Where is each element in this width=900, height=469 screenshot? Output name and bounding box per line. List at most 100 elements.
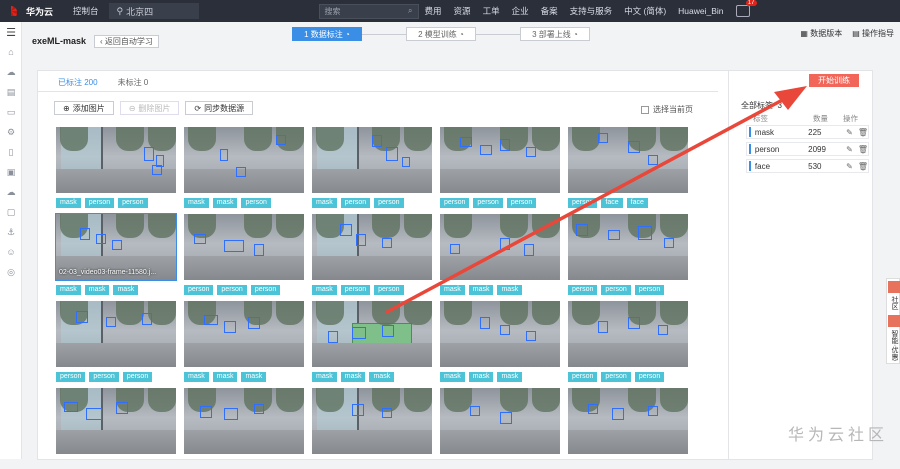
offer-icon[interactable] <box>888 315 900 327</box>
trash-icon[interactable]: 🗑 <box>858 128 868 137</box>
image-thumbnail[interactable] <box>56 388 176 454</box>
image-card[interactable]: maskmaskmask <box>440 214 560 295</box>
image-thumbnail[interactable] <box>312 127 432 193</box>
dataset-icon[interactable]: ▤ <box>0 82 22 102</box>
image-thumbnail[interactable] <box>440 214 560 280</box>
image-card[interactable]: personpersonperson <box>440 127 560 208</box>
image-card[interactable]: maskmaskmask <box>184 301 304 382</box>
image-thumbnail[interactable] <box>312 301 432 367</box>
search-icon[interactable]: ⌕ <box>408 6 412 16</box>
image-card[interactable]: maskpersonperson <box>312 214 432 295</box>
edit-icon[interactable]: ✎ <box>846 162 853 171</box>
algorithm-icon[interactable]: ⚙ <box>0 122 22 142</box>
image-card[interactable]: personpersonperson <box>184 214 304 295</box>
step-label-deploy[interactable]: 3 部署上线 ◔ <box>520 27 590 41</box>
image-card[interactable] <box>312 388 432 469</box>
notebook-icon[interactable]: ▭ <box>0 102 22 122</box>
job-icon[interactable]: ▯ <box>0 142 22 162</box>
image-card[interactable]: maskpersonperson <box>312 127 432 208</box>
image-card[interactable]: maskmaskmask <box>312 301 432 382</box>
image-thumbnail[interactable] <box>568 214 688 280</box>
topbar-item-user[interactable]: Huawei_Bin <box>672 6 729 16</box>
image-thumbnail[interactable] <box>568 127 688 193</box>
message-icon[interactable]: 17 <box>736 5 750 17</box>
offer-link[interactable]: 智能·优惠 <box>887 327 900 363</box>
huawei-logo[interactable] <box>0 0 22 22</box>
image-thumbnail[interactable] <box>440 301 560 367</box>
image-thumbnail[interactable] <box>184 388 304 454</box>
label-row[interactable]: face 530 ✎🗑 <box>746 159 869 173</box>
image-thumbnail[interactable] <box>184 214 304 280</box>
topbar-item-fees[interactable]: 费用 <box>419 5 448 17</box>
image-card[interactable] <box>440 388 560 469</box>
region-selector[interactable]: ⚲ 北京四 <box>109 3 199 19</box>
edit-icon[interactable]: ✎ <box>846 145 853 154</box>
image-thumbnail[interactable] <box>568 388 688 454</box>
tab-unlabeled[interactable]: 未标注 0 <box>118 77 149 92</box>
step-label-annotation[interactable]: 1 数据标注 ◔ <box>292 27 362 41</box>
add-image-button[interactable]: ⊕添加图片 <box>54 101 114 115</box>
image-card[interactable] <box>568 388 688 469</box>
menu-icon[interactable]: ☰ <box>0 22 22 42</box>
console-link[interactable]: 控制台 <box>67 5 105 17</box>
tree-shape <box>444 388 472 412</box>
image-thumbnail[interactable] <box>440 388 560 454</box>
trash-icon[interactable]: 🗑 <box>858 145 868 154</box>
market-icon[interactable]: ▢ <box>0 202 22 222</box>
image-card[interactable]: maskmaskperson <box>184 127 304 208</box>
image-thumbnail[interactable] <box>312 388 432 454</box>
edit-icon[interactable]: ✎ <box>846 128 853 137</box>
topbar-item-language[interactable]: 中文 (简体) <box>618 5 672 17</box>
label-row[interactable]: person 2099 ✎🗑 <box>746 142 869 156</box>
image-thumbnail[interactable] <box>440 127 560 193</box>
topbar-item-resources[interactable]: 资源 <box>448 5 477 17</box>
smile-icon[interactable]: ☺ <box>0 242 22 262</box>
image-card[interactable] <box>56 388 176 469</box>
delete-image-button[interactable]: ⊖删除图片 <box>120 101 180 115</box>
step-label-training[interactable]: 2 模型训练 ◔ <box>406 27 476 41</box>
image-card[interactable]: personpersonperson <box>56 301 176 382</box>
brand-name[interactable]: 华为云 <box>26 5 53 18</box>
tab-labeled[interactable]: 已标注 200 <box>58 77 98 92</box>
model-icon[interactable]: ▣ <box>0 162 22 182</box>
image-card[interactable]: personfaceface <box>568 127 688 208</box>
guide-link[interactable]: ▤ 操作指导 <box>852 28 894 39</box>
community-link[interactable]: 社区 <box>887 293 900 313</box>
label-name: person <box>755 145 808 154</box>
data-version-link[interactable]: ▦ 数据版本 <box>800 28 842 39</box>
label-tag: person <box>507 198 536 208</box>
image-thumbnail[interactable] <box>184 127 304 193</box>
image-card[interactable] <box>184 388 304 469</box>
image-card[interactable]: personpersonperson <box>568 214 688 295</box>
image-card[interactable]: personpersonperson <box>568 301 688 382</box>
image-thumbnail[interactable] <box>56 127 176 193</box>
back-button[interactable]: ‹ 返回自动学习 <box>94 35 159 48</box>
image-card[interactable]: maskmaskmask <box>440 301 560 382</box>
settings-icon[interactable]: ◎ <box>0 262 22 282</box>
anchor-icon[interactable]: ⚓ <box>0 222 22 242</box>
cloud-icon[interactable]: ☁ <box>0 62 22 82</box>
image-thumbnail[interactable] <box>56 301 176 367</box>
search-input[interactable]: 搜索 ⌕ <box>319 4 419 19</box>
deploy-icon[interactable]: ☁ <box>0 182 22 202</box>
image-thumbnail[interactable] <box>568 301 688 367</box>
home-icon[interactable]: ⌂ <box>0 42 22 62</box>
topbar-item-enterprise[interactable]: 企业 <box>506 5 535 17</box>
label-row[interactable]: mask 225 ✎🗑 <box>746 125 869 139</box>
tree-shape <box>316 301 344 325</box>
image-card[interactable]: 02-03_video03-frame-11580.j...maskmaskma… <box>56 214 176 295</box>
community-icon[interactable] <box>888 281 900 293</box>
image-thumbnail[interactable] <box>184 301 304 367</box>
sync-source-button[interactable]: ⟳同步数据源 <box>185 101 253 115</box>
image-thumbnail[interactable] <box>312 214 432 280</box>
select-page-control[interactable]: 选择当前页 <box>641 104 693 115</box>
start-training-button[interactable]: 开始训练 <box>809 74 859 87</box>
topbar-item-tickets[interactable]: 工单 <box>477 5 506 17</box>
image-thumbnail[interactable]: 02-03_video03-frame-11580.j... <box>56 214 176 280</box>
topbar-item-filing[interactable]: 备案 <box>535 5 564 17</box>
select-page-checkbox[interactable] <box>641 106 649 114</box>
trash-icon[interactable]: 🗑 <box>858 162 868 171</box>
image-card[interactable]: maskpersonperson <box>56 127 176 208</box>
topbar-item-support[interactable]: 支持与服务 <box>564 5 619 17</box>
notice-badge: 17 <box>746 0 757 6</box>
